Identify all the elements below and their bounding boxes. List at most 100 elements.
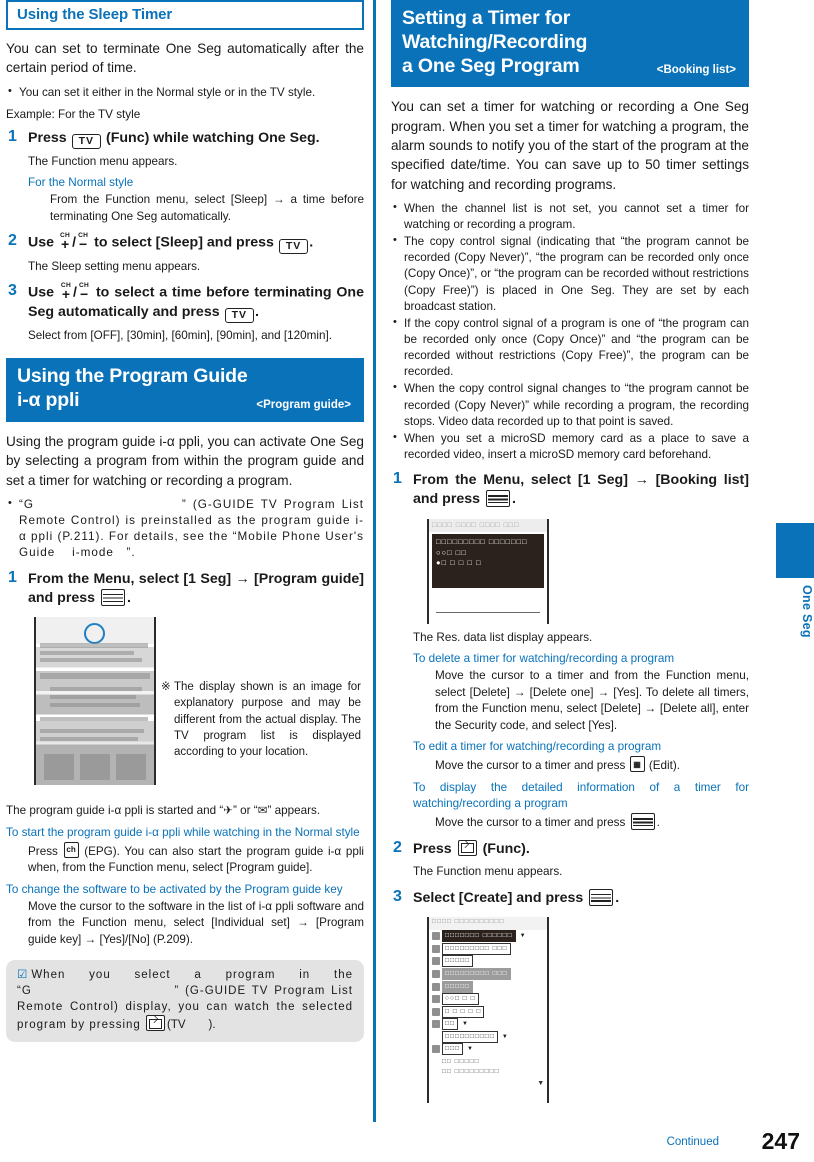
heading-line-1: Setting a Timer for Watching/Recording — [402, 7, 588, 53]
note-tail: (TV ). — [167, 1019, 216, 1032]
sub-heading-start-program-guide: To start the program guide i-α ppli whil… — [6, 825, 360, 839]
mail-key-icon — [457, 839, 477, 856]
create-form-screen: □□□□ □□□□□□□□□□ □□□□□□□ □□□□□□ ▼ □□□□□□□□… — [427, 916, 549, 1103]
step-text-c: . — [309, 234, 314, 251]
side-tab-marker — [776, 523, 814, 578]
form-footer-line: □□ □□□□□□□□□ — [442, 1067, 500, 1075]
step-number: 1 — [8, 568, 17, 586]
list-item: “G ” (G-GUIDE TV Program List Remote Con… — [6, 496, 364, 562]
menu-key-icon — [589, 888, 614, 906]
timer-step-2: 2 Press (Func). — [391, 838, 749, 859]
panel-line: □□□□□□□□□ □□□□□□□ — [436, 536, 528, 546]
device-screenshot-booking-list: □□□□ □□□□ □□□□ □□□ □□□□□□□□□ □□□□□□□ ○○□… — [413, 518, 749, 624]
row-icon — [432, 995, 440, 1004]
sub-body-change-software: Move the cursor to the software in the l… — [28, 900, 364, 946]
form-row: □□□□□□□□□ □□□ — [429, 942, 547, 955]
timer-step-1: 1 From the Menu, select [1 Seg] → [Booki… — [391, 470, 749, 510]
step-number: 3 — [8, 282, 17, 300]
heading-tag: <Program guide> — [256, 399, 351, 412]
sub-body-detail-timer: Move the cursor to a timer and press . — [391, 813, 749, 831]
row-value: □□□ — [442, 1043, 463, 1056]
ch-up-key-icon: CH + — [60, 282, 72, 302]
ch-key-icon: ch — [63, 841, 79, 858]
sleep-timer-bullets: You can set it either in the Normal styl… — [6, 84, 364, 101]
step-text: Use CH + / CH − to select a time before … — [28, 282, 364, 324]
tv-key-icon: TV — [278, 238, 309, 254]
page-number: 247 — [761, 1128, 800, 1154]
step-text: Select [Create] and press . — [413, 888, 620, 906]
form-row: □ □ □ □ □ — [429, 1005, 547, 1018]
status-bar: □□□□ □□□□ □□□□ □□□ — [429, 518, 547, 532]
note-marker: ※ — [161, 681, 171, 694]
tv-key-icon: TV — [224, 308, 254, 324]
section-heading-sleep-timer: Using the Sleep Timer — [6, 0, 364, 30]
row-value: □□□□□□□□□□ — [442, 1030, 498, 1043]
continued-label: Continued — [666, 1136, 719, 1148]
column-divider — [373, 0, 376, 1122]
caret-icon: ▼ — [461, 1021, 469, 1028]
row-icon — [432, 1007, 440, 1016]
step-number: 2 — [8, 232, 17, 250]
step-number: 2 — [393, 838, 402, 856]
form-row: □□□ ▼ — [429, 1043, 547, 1056]
sub-heading-detail-timer: To display the detailed information of a… — [413, 780, 749, 811]
step-text-a: Press — [28, 129, 67, 146]
form-row: □□□□□ — [429, 955, 547, 968]
step-2-result: The Sleep setting menu appears. — [28, 259, 201, 273]
step-text: Press TV (Func) while watching One Seg. — [28, 129, 364, 149]
side-tab-label: One Seg — [800, 585, 814, 638]
panel-line: ○○□ □□ — [436, 547, 467, 557]
heading-line-1: Using the Program Guide — [17, 365, 248, 388]
step-text: From the Menu, select [1 Seg] → [Program… — [28, 570, 364, 606]
left-column: Using the Sleep Timer You can set to ter… — [6, 0, 364, 1042]
list-item: If the copy control signal of a program … — [391, 315, 749, 381]
row-value: ○○□ □ □ — [442, 993, 479, 1006]
note-text: The display shown is an image for explan… — [174, 681, 361, 759]
sub-heading-delete-timer: To delete a timer for watching/recording… — [413, 652, 675, 666]
guide-logo-icon — [116, 754, 146, 781]
caret-icon: ▼ — [519, 933, 527, 940]
step-text: From the Menu, select [1 Seg] → [Booking… — [413, 472, 749, 508]
timer-intro: You can set a timer for watching or reco… — [391, 99, 749, 192]
edit-key-icon: ▦ — [629, 756, 645, 773]
form-footer-line: □□ □□□□□ — [442, 1057, 480, 1065]
row-icon — [432, 932, 440, 941]
step-text-c: . — [254, 304, 259, 321]
form-row: □□ ▼ — [429, 1018, 547, 1031]
section-heading-timer: Setting a Timer for Watching/Recording a… — [391, 0, 749, 88]
tv-key-icon: TV — [71, 133, 102, 149]
row-icon — [432, 957, 440, 966]
row-value: □□ — [442, 1018, 458, 1031]
step-text: Press (Func). — [413, 839, 530, 857]
sub-body-edit-timer: Move the cursor to a timer and press ▦ (… — [391, 756, 749, 774]
ch-up-key-icon: CH + — [59, 232, 71, 252]
form-title: □□□□ □□□□□□□□□□ — [429, 916, 547, 930]
list-item: You can set it either in the Normal styl… — [6, 84, 364, 101]
booking-panel: □□□□□□□□□ □□□□□□□ ○○□ □□ ●□ □ □ □ □ — [432, 533, 544, 588]
manual-page: Using the Sleep Timer You can set to ter… — [0, 0, 814, 1162]
row-icon — [432, 969, 440, 978]
scroll-indicator-icon[interactable]: ▼ — [537, 1080, 545, 1087]
list-item: When the copy control signal changes to … — [391, 380, 749, 429]
step-text: From the Menu, select [1 Seg] → [Program… — [28, 570, 364, 606]
example-label: Example: For the TV style — [6, 107, 141, 121]
form-row: □□□□□ — [429, 980, 547, 993]
step-1: 1 Press TV (Func) while watching One Seg… — [6, 128, 364, 149]
program-guide-bullets: “G ” (G-GUIDE TV Program List Remote Con… — [6, 496, 364, 562]
sub-heading-edit-timer: To edit a timer for watching/recording a… — [413, 739, 662, 753]
divider-line — [436, 611, 540, 613]
guide-logo-icon — [80, 754, 110, 781]
highlight-circle-icon — [84, 623, 105, 645]
device-screenshot-program-guide: ※ The display shown is an image for expl… — [6, 617, 364, 797]
step-1-blue-heading: For the Normal style — [28, 176, 134, 190]
row-icon — [432, 944, 440, 953]
timer-step-3: 3 Select [Create] and press . — [391, 888, 749, 908]
step-3-result: Select from [OFF], [30min], [60min], [90… — [28, 329, 332, 343]
step-text-b: to select [Sleep] and press — [94, 234, 274, 251]
sub-body-start-program-guide: Press ch (EPG). You can also start the p… — [6, 841, 364, 877]
list-item: When you set a microSD memory card as a … — [391, 430, 749, 463]
row-value: □□□□□ — [442, 955, 473, 968]
program-guide-photo — [34, 617, 156, 786]
row-value: □□□□□□□ □□□□□□ — [442, 930, 516, 943]
step-1-result: The Function menu appears. — [28, 154, 178, 168]
